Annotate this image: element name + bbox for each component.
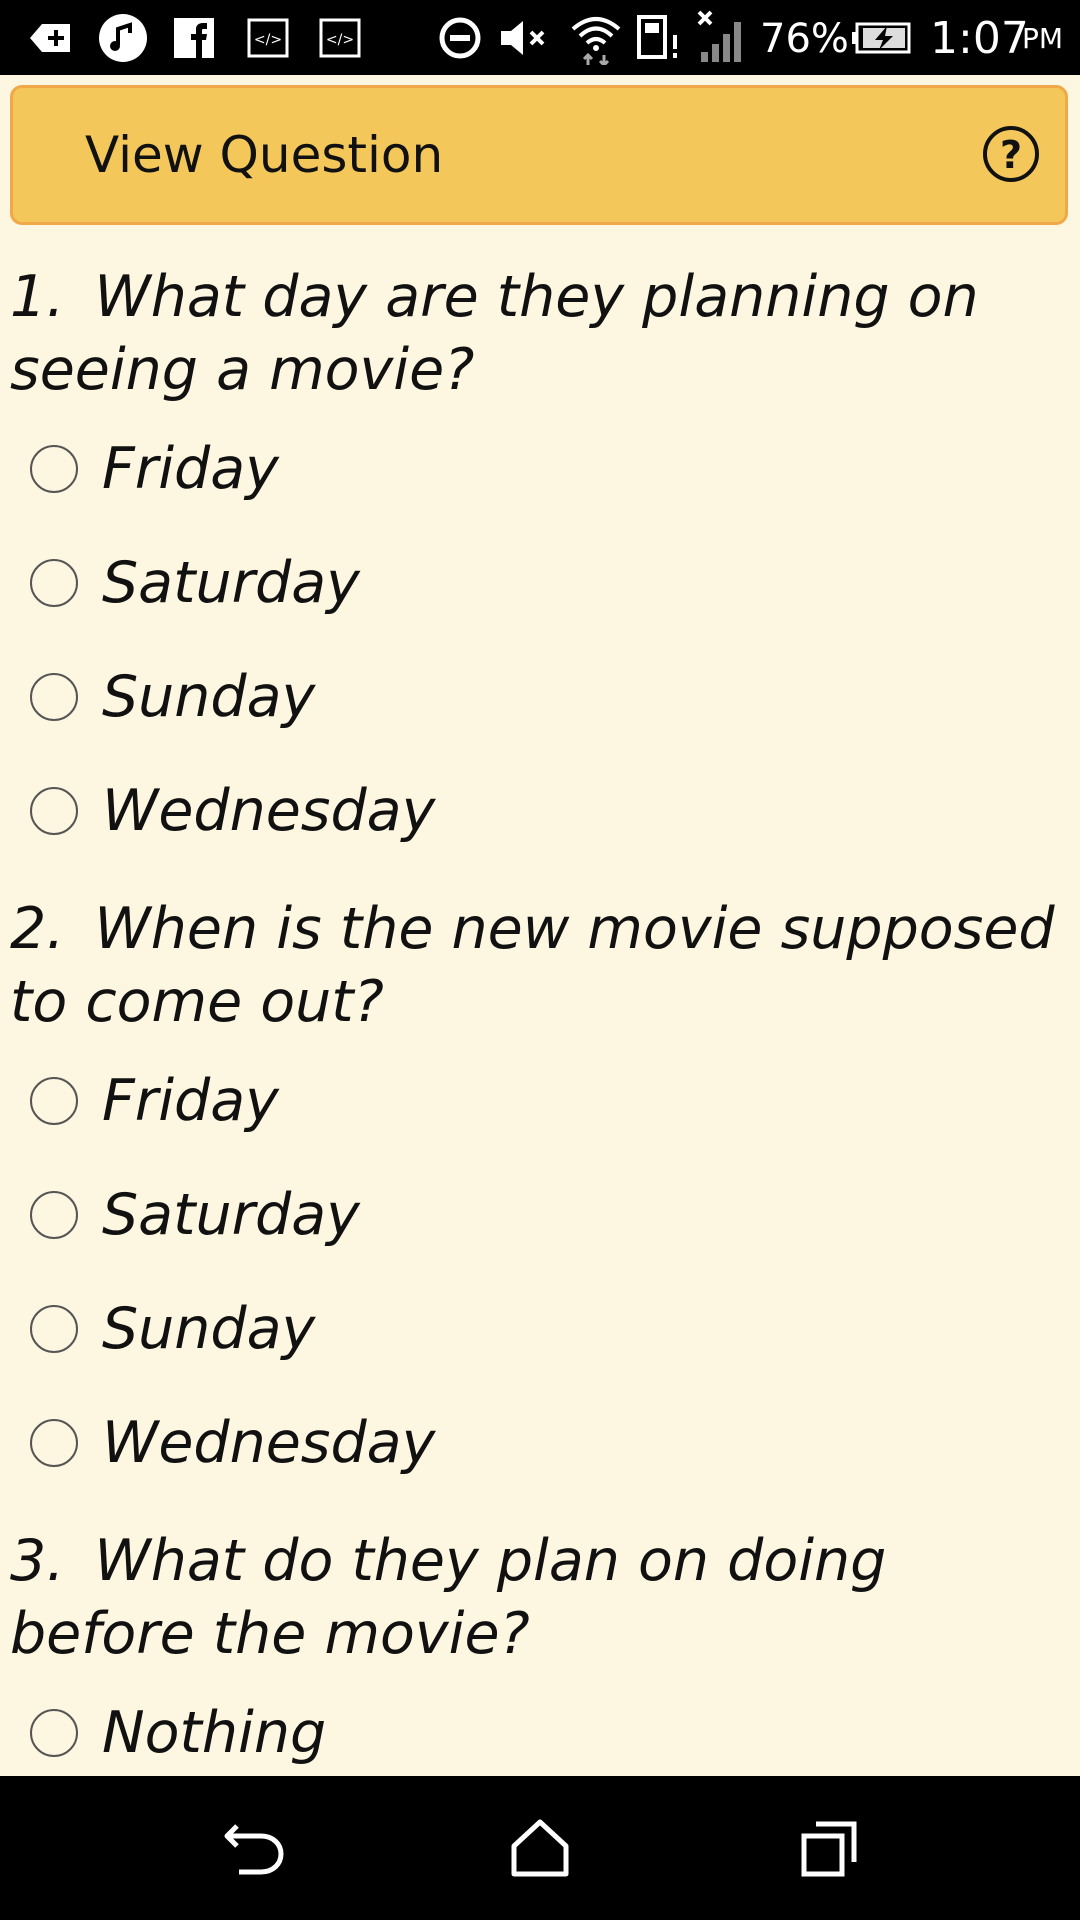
code-icon: </> xyxy=(244,10,292,66)
clock-time: 1:07 xyxy=(930,13,1029,64)
question-list[interactable]: 1. What day are they planning on seeing a… xyxy=(0,225,1080,1776)
option-label: Wednesday xyxy=(102,778,436,844)
do-not-disturb-icon xyxy=(436,10,484,66)
question-prompt: What do they plan on doing before the mo… xyxy=(10,1528,887,1667)
sd-card-alert-icon xyxy=(634,10,684,66)
no-signal-icon xyxy=(694,10,750,66)
question-1-option-wednesday[interactable]: Wednesday xyxy=(30,771,435,851)
help-button[interactable]: ? xyxy=(983,126,1039,182)
option-label: Saturday xyxy=(102,1182,360,1248)
radio-button[interactable] xyxy=(30,1419,78,1467)
music-app-icon xyxy=(96,10,150,66)
home-button[interactable] xyxy=(498,1806,582,1890)
page-title: View Question xyxy=(85,126,444,184)
radio-button[interactable] xyxy=(30,673,78,721)
question-2-option-wednesday[interactable]: Wednesday xyxy=(30,1403,435,1483)
question-1-option-saturday[interactable]: Saturday xyxy=(30,543,360,623)
question-number: 3. xyxy=(10,1528,65,1594)
wifi-icon xyxy=(568,10,624,66)
back-icon xyxy=(224,1824,284,1875)
option-label: Friday xyxy=(102,1068,279,1134)
option-label: Sunday xyxy=(102,664,316,730)
question-1-option-friday[interactable]: Friday xyxy=(30,429,279,509)
add-box-icon xyxy=(26,10,74,66)
question-3-text: 3. What do they plan on doing before the … xyxy=(10,1525,1060,1671)
question-1-text: 1. What day are they planning on seeing a… xyxy=(10,261,1060,407)
question-1-option-sunday[interactable]: Sunday xyxy=(30,657,315,737)
question-2-text: 2. When is the new movie supposed to come… xyxy=(10,893,1060,1039)
radio-button[interactable] xyxy=(30,1305,78,1353)
option-label: Friday xyxy=(102,436,279,502)
recents-icon xyxy=(801,1821,857,1877)
question-3-option-nothing[interactable]: Nothing xyxy=(30,1693,326,1773)
question-2-option-friday[interactable]: Friday xyxy=(30,1061,279,1141)
navigation-bar xyxy=(0,1776,1080,1920)
battery-percent: 76% xyxy=(760,16,849,62)
question-number: 1. xyxy=(10,264,65,330)
question-2-option-saturday[interactable]: Saturday xyxy=(30,1175,360,1255)
radio-button[interactable] xyxy=(30,1077,78,1125)
code-icon: </> xyxy=(316,10,364,66)
battery-charging-icon xyxy=(850,10,912,66)
question-prompt: What day are they planning on seeing a m… xyxy=(10,264,979,403)
radio-button[interactable] xyxy=(30,445,78,493)
question-number: 2. xyxy=(10,896,65,962)
help-icon: ? xyxy=(999,133,1023,177)
recents-button[interactable] xyxy=(788,1806,872,1890)
radio-button[interactable] xyxy=(30,787,78,835)
back-button[interactable] xyxy=(212,1806,296,1890)
svg-text:</>: </> xyxy=(326,32,354,48)
option-label: Nothing xyxy=(102,1700,327,1766)
volume-muted-icon xyxy=(496,10,552,66)
home-icon xyxy=(511,1819,569,1877)
radio-button[interactable] xyxy=(30,1709,78,1757)
clock-ampm: PM xyxy=(1022,22,1064,55)
question-2-option-sunday[interactable]: Sunday xyxy=(30,1289,315,1369)
facebook-icon xyxy=(170,10,218,66)
option-label: Wednesday xyxy=(102,1410,436,1476)
question-prompt: When is the new movie supposed to come o… xyxy=(10,896,1055,1035)
view-question-header: View Question ? xyxy=(10,85,1068,225)
radio-button[interactable] xyxy=(30,559,78,607)
option-label: Saturday xyxy=(102,550,360,616)
svg-text:</>: </> xyxy=(254,32,282,48)
radio-button[interactable] xyxy=(30,1191,78,1239)
status-bar: </> </> 76% 1:07 PM xyxy=(0,0,1080,75)
option-label: Sunday xyxy=(102,1296,316,1362)
